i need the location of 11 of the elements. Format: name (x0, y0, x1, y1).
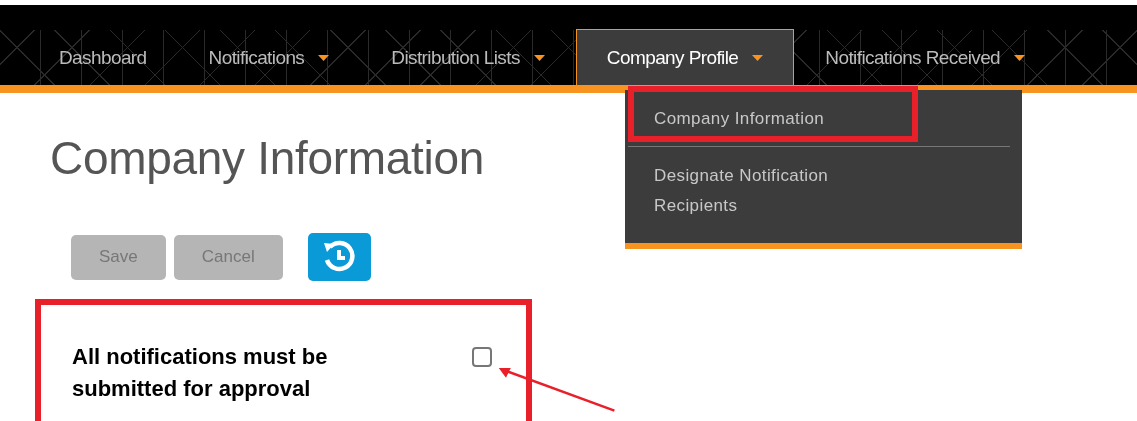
page-title: Company Information (50, 131, 485, 185)
nav-tab[interactable]: Notifications (177, 30, 361, 85)
menu-item[interactable]: Designate Notification Recipients (625, 147, 910, 233)
nav-tab[interactable]: Dashboard (28, 30, 178, 85)
nav-tab[interactable]: Company Profile (575, 29, 795, 85)
nav-tab[interactable]: Distribution Lists (360, 30, 576, 85)
nav-tab[interactable]: Notifications Received (794, 30, 1057, 85)
history-button[interactable] (307, 233, 371, 281)
setting-label: All notifications must be submitted for approval (72, 343, 329, 403)
approval-checkbox[interactable] (472, 347, 492, 367)
menu-item[interactable]: Company Information (625, 90, 925, 146)
